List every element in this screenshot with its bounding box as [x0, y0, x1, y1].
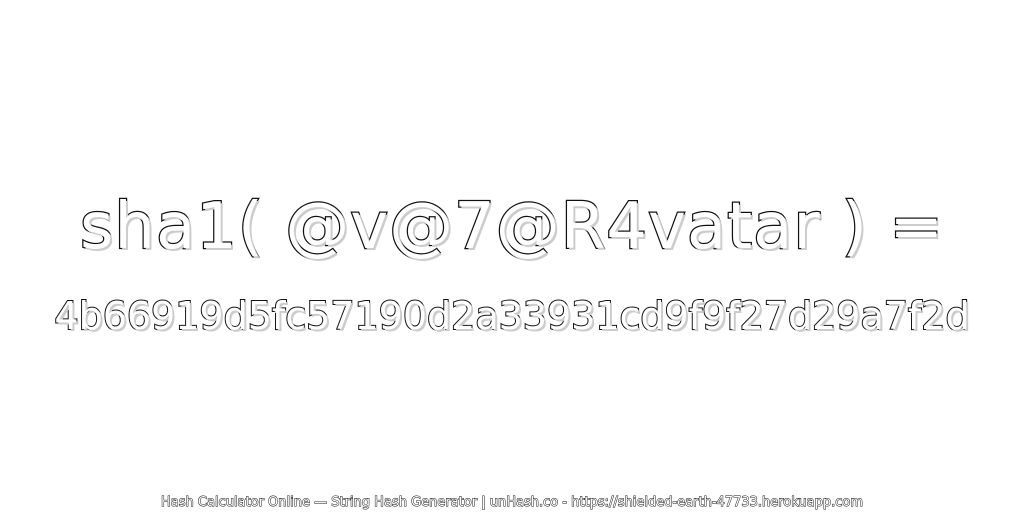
footer-credit: Hash Calculator Online — String Hash Gen…: [161, 495, 864, 511]
hash-expression-heading: sha1( @v@7@R4vatar ) =: [79, 189, 944, 266]
hash-image-canvas: sha1( @v@7@R4vatar ) = 4b66919d5fc57190d…: [0, 0, 1024, 512]
hash-result-value: 4b66919d5fc57190d2a33931cd9f9f27d29a7f2d: [53, 293, 970, 339]
